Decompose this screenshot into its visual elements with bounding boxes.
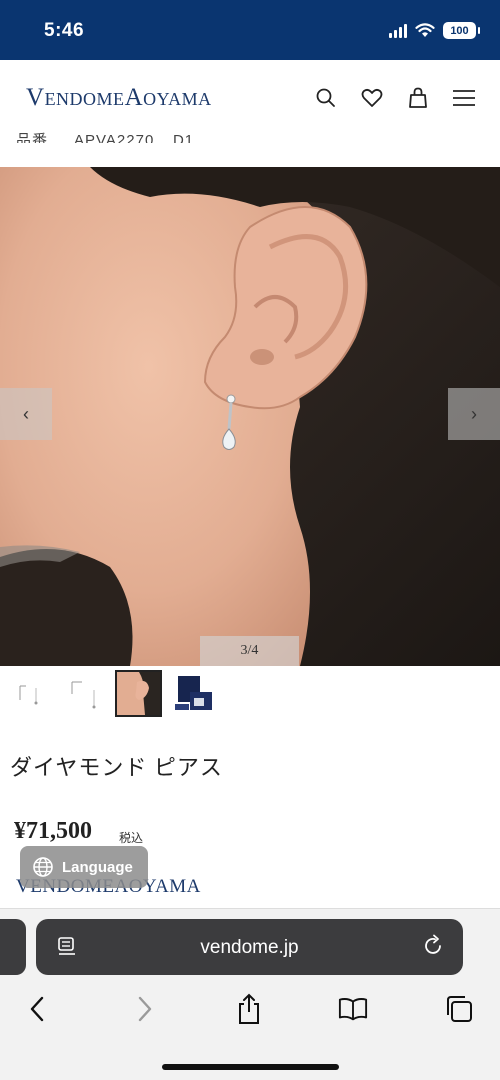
gallery-next-button[interactable]: › bbox=[448, 388, 500, 440]
product-code-label: 品番 bbox=[16, 132, 49, 143]
globe-icon bbox=[33, 857, 53, 877]
bookmarks-icon[interactable] bbox=[338, 994, 368, 1024]
bag-icon[interactable] bbox=[406, 86, 430, 110]
back-icon[interactable] bbox=[22, 994, 52, 1024]
logo-oyama: OYAMA bbox=[143, 89, 212, 109]
product-image[interactable] bbox=[0, 167, 500, 666]
forward-icon[interactable] bbox=[130, 994, 160, 1024]
thumbnail-3[interactable] bbox=[115, 670, 162, 717]
brand-logo[interactable]: VENDOMEAOYAMA bbox=[26, 84, 212, 112]
status-time: 5:46 bbox=[44, 20, 85, 41]
site-header: VENDOMEAOYAMA bbox=[0, 60, 500, 138]
ear-photo bbox=[0, 167, 500, 666]
browser-toolbar bbox=[0, 988, 500, 1030]
status-icons: 100 bbox=[389, 22, 480, 39]
product-name: ダイヤモンド ピアス bbox=[10, 755, 223, 780]
language-button[interactable]: Language bbox=[20, 846, 148, 888]
heart-icon[interactable] bbox=[360, 86, 384, 110]
search-icon[interactable] bbox=[314, 86, 338, 110]
thumbnail-strip bbox=[0, 670, 500, 718]
reload-icon[interactable] bbox=[423, 934, 445, 958]
product-code-line: 品番 APVA2270__D1 bbox=[16, 131, 194, 143]
chevron-left-icon: ‹ bbox=[23, 403, 29, 424]
logo-endome: ENDOME bbox=[44, 89, 125, 109]
thumbnail-4[interactable] bbox=[170, 670, 217, 717]
logo-initial-a: A bbox=[124, 84, 144, 111]
chevron-right-icon: › bbox=[471, 403, 477, 424]
share-icon[interactable] bbox=[234, 993, 264, 1024]
thumbnail-1[interactable] bbox=[8, 670, 55, 717]
menu-icon[interactable] bbox=[452, 86, 476, 110]
wifi-icon bbox=[415, 23, 435, 37]
status-bar: 5:46 100 bbox=[0, 0, 500, 60]
previous-tab-peek[interactable] bbox=[0, 919, 26, 975]
address-bar[interactable]: vendome.jp bbox=[36, 919, 463, 975]
battery-icon: 100 bbox=[443, 22, 480, 39]
logo-initial-v: V bbox=[26, 84, 45, 111]
product-code: APVA2270__D1 bbox=[74, 132, 195, 143]
header-icons bbox=[314, 86, 476, 110]
url-text: vendome.jp bbox=[200, 937, 299, 958]
language-label: Language bbox=[62, 858, 133, 876]
gallery-prev-button[interactable]: ‹ bbox=[0, 388, 52, 440]
tabs-icon[interactable] bbox=[444, 994, 474, 1024]
thumbnail-2[interactable] bbox=[62, 670, 109, 717]
gallery-counter: 3/4 bbox=[200, 636, 299, 666]
signal-icon bbox=[389, 23, 407, 38]
product-price: ¥71,500 bbox=[14, 818, 92, 844]
home-indicator bbox=[162, 1064, 339, 1070]
tax-label: 税込 bbox=[119, 831, 144, 845]
